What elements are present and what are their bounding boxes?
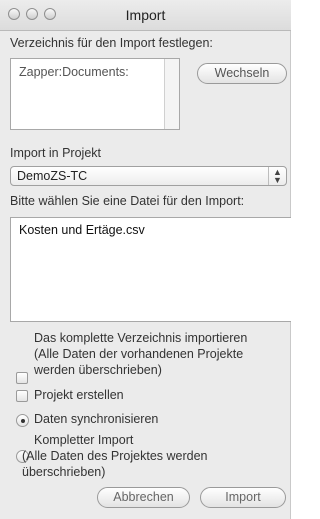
updown-arrows-icon: ▲ ▼ xyxy=(268,167,286,185)
import-dialog: Import Verzeichnis für den Import festle… xyxy=(0,0,291,519)
directory-path: Zapper:Documents: xyxy=(19,65,129,79)
full-import-line2: (Alle Daten des Projektes werden xyxy=(22,449,208,463)
import-all-checkbox[interactable] xyxy=(16,372,28,384)
import-all-label: Das komplette Verzeichnis importieren (A… xyxy=(34,330,247,378)
directory-scrollbar[interactable] xyxy=(164,59,179,129)
file-heading: Bitte wählen Sie eine Datei für den Impo… xyxy=(10,194,245,208)
import-all-line3: werden überschrieben) xyxy=(34,363,162,377)
project-select-value: DemoZS-TC xyxy=(17,169,88,183)
full-import-line1: Kompletter Import xyxy=(34,433,134,447)
title-bar: Import xyxy=(0,0,291,31)
full-import-label: Kompletter Import (Alle Daten des Projek… xyxy=(22,432,208,480)
project-label: Import in Projekt xyxy=(10,146,102,160)
project-select[interactable]: DemoZS-TC ▲ ▼ xyxy=(10,166,287,186)
directory-path-box[interactable]: Zapper:Documents: xyxy=(10,58,180,130)
window-title: Import xyxy=(125,7,166,23)
file-list[interactable]: Kosten und Ertäge.csv xyxy=(10,217,291,322)
cancel-button[interactable]: Abbrechen xyxy=(97,487,190,508)
import-button[interactable]: Import xyxy=(200,487,286,508)
change-directory-button[interactable]: Wechseln xyxy=(197,63,287,84)
full-import-line3: überschrieben) xyxy=(22,465,106,479)
import-all-line2: (Alle Daten der vorhandenen Projekte xyxy=(34,347,244,361)
sync-data-label: Daten synchronisieren xyxy=(34,412,159,426)
directory-heading: Verzeichnis für den Import festlegen: xyxy=(10,36,213,50)
create-project-label: Projekt erstellen xyxy=(34,388,124,402)
create-project-checkbox[interactable] xyxy=(16,390,28,402)
import-all-line1: Das komplette Verzeichnis importieren xyxy=(34,331,248,345)
file-list-item[interactable]: Kosten und Ertäge.csv xyxy=(19,223,145,237)
sync-data-radio[interactable] xyxy=(16,414,29,427)
